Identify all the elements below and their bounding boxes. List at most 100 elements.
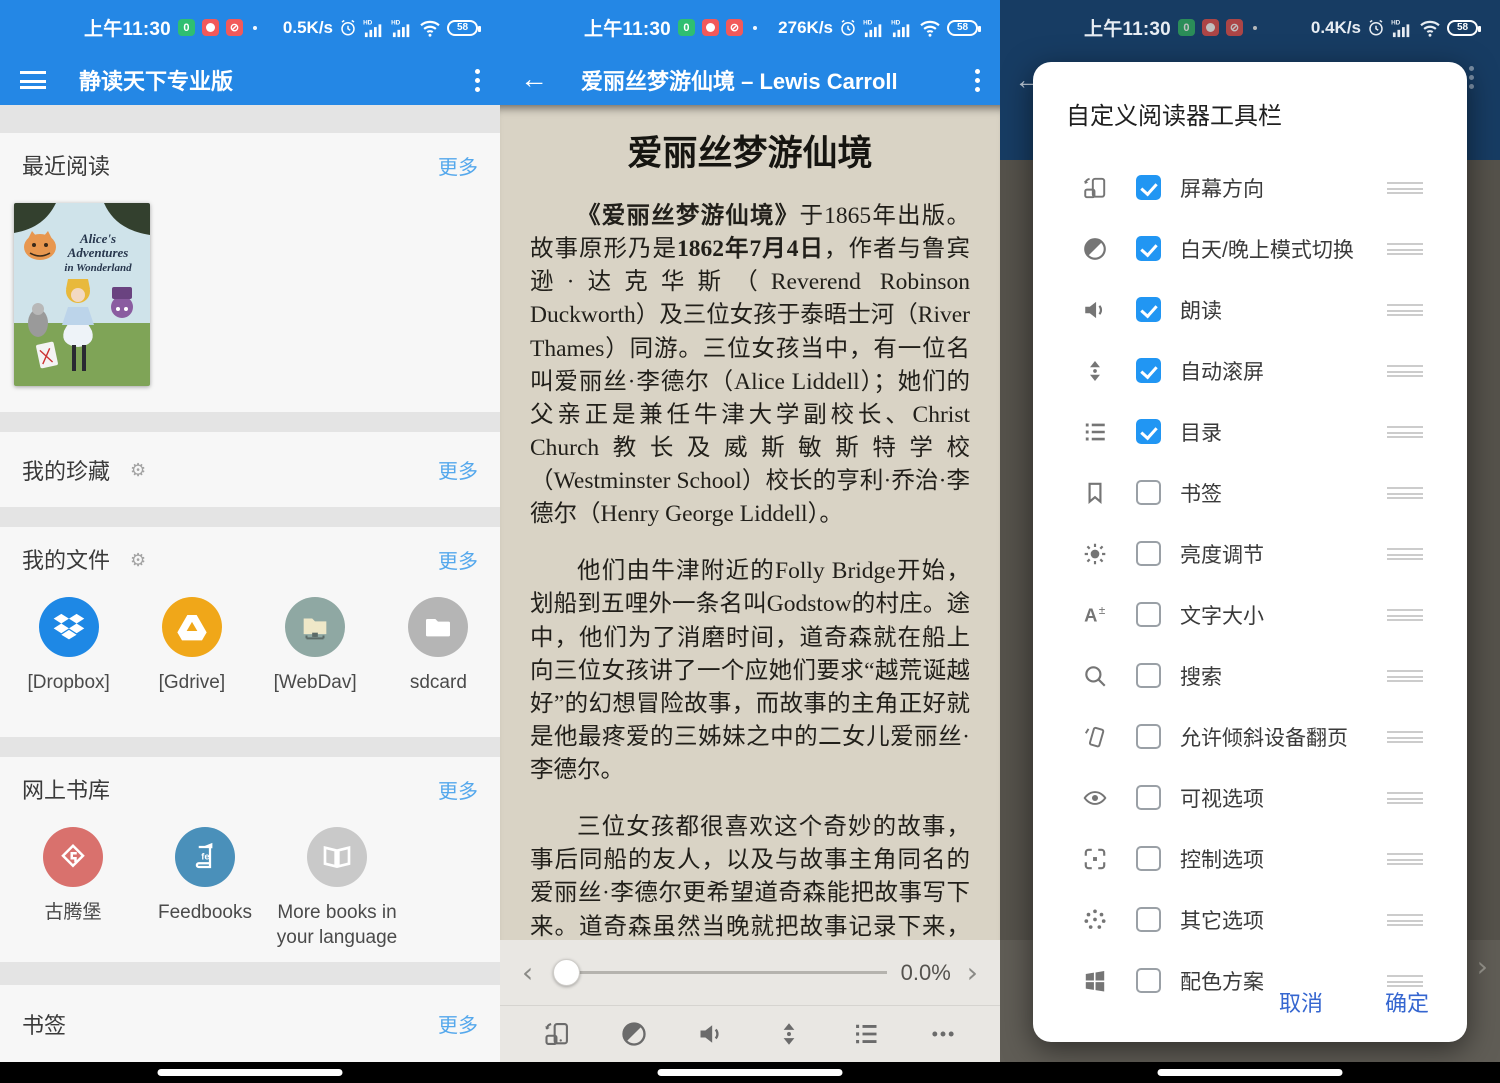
more-link[interactable]: 更多 <box>438 775 478 804</box>
drag-handle-icon[interactable] <box>1387 548 1423 560</box>
autoscroll-icon[interactable] <box>775 1020 803 1048</box>
day-night-icon[interactable] <box>620 1020 648 1048</box>
option-row-day-night[interactable]: 白天/晚上模式切换 <box>1033 218 1467 279</box>
option-row-screen-rotation[interactable]: 屏幕方向 <box>1033 157 1467 218</box>
checkbox[interactable] <box>1136 541 1161 566</box>
checkbox[interactable] <box>1136 968 1161 993</box>
drag-handle-icon[interactable] <box>1387 487 1423 499</box>
home-indicator[interactable] <box>158 1069 343 1076</box>
option-row-control-options[interactable]: 控制选项 <box>1033 828 1467 889</box>
reader-app-bar: ← 爱丽丝梦游仙境 – Lewis Carroll <box>500 55 1000 105</box>
speaker-icon[interactable] <box>697 1020 725 1048</box>
android-nav-bar <box>0 1062 500 1083</box>
option-row-tts[interactable]: 朗读 <box>1033 279 1467 340</box>
reading-page[interactable]: 爱丽丝梦游仙境 《爱丽丝梦游仙境》于1865年出版。故事原形乃是1862年7月4… <box>500 105 1000 940</box>
file-source-gdrive[interactable]: [Gdrive] <box>130 597 253 696</box>
checkbox[interactable] <box>1136 785 1161 810</box>
ok-button[interactable]: 确定 <box>1385 986 1429 1018</box>
menu-hamburger-icon[interactable] <box>20 71 46 89</box>
overflow-menu-icon[interactable] <box>475 69 480 92</box>
drag-handle-icon[interactable] <box>1387 426 1423 438</box>
autoscroll-icon <box>1081 358 1109 384</box>
net-library-card: 网上书库 更多 古腾堡 fe Feedbooks More bo <box>0 757 500 962</box>
option-row-bookmark[interactable]: 书签 <box>1033 462 1467 523</box>
drag-handle-icon[interactable] <box>1387 975 1423 987</box>
more-link[interactable]: 更多 <box>438 1009 478 1038</box>
option-row-search[interactable]: 搜索 <box>1033 645 1467 706</box>
drag-handle-icon[interactable] <box>1387 243 1423 255</box>
checkbox[interactable] <box>1136 602 1161 627</box>
slider-thumb[interactable] <box>553 959 580 986</box>
prev-chapter-icon[interactable]: ‹ <box>516 959 539 987</box>
next-chapter-icon[interactable]: › <box>961 959 984 987</box>
color-scheme-icon <box>1081 968 1109 994</box>
file-source-webdav[interactable]: [WebDav] <box>254 597 377 696</box>
home-indicator[interactable] <box>658 1069 843 1076</box>
drag-handle-icon[interactable] <box>1387 365 1423 377</box>
checkbox[interactable] <box>1136 480 1161 505</box>
gear-icon[interactable]: ⚙ <box>130 550 146 571</box>
battery-percent: 58 <box>457 22 468 33</box>
back-arrow-icon[interactable]: ← <box>520 65 548 93</box>
option-row-autoscroll[interactable]: 自动滚屏 <box>1033 340 1467 401</box>
checkbox[interactable] <box>1136 846 1161 871</box>
option-row-visual-options[interactable]: 可视选项 <box>1033 767 1467 828</box>
wifi-icon <box>419 19 441 37</box>
notification-muted-icon: ⊘ <box>1226 19 1243 36</box>
more-options-icon[interactable] <box>929 1020 957 1048</box>
drag-handle-icon[interactable] <box>1387 670 1423 682</box>
screen-rotation-icon[interactable] <box>543 1020 571 1048</box>
checkbox[interactable] <box>1136 297 1161 322</box>
checkbox[interactable] <box>1136 663 1161 688</box>
file-source-sdcard[interactable]: sdcard <box>377 597 500 696</box>
notification-shield-icon: 0 <box>678 19 695 36</box>
wifi-icon <box>919 19 941 37</box>
my-files-card: 我的文件 ⚙ 更多 [Dropbox] [Gdrive] <box>0 527 500 737</box>
option-row-toc[interactable]: 目录 <box>1033 401 1467 462</box>
drag-handle-icon[interactable] <box>1387 304 1423 316</box>
drag-handle-icon[interactable] <box>1387 609 1423 621</box>
toc-list-icon <box>1081 419 1109 445</box>
clock-text: 上午11:30 <box>1084 14 1171 41</box>
home-indicator[interactable] <box>1158 1069 1343 1076</box>
clock-text: 上午11:30 <box>584 14 671 41</box>
cancel-button[interactable]: 取消 <box>1279 986 1323 1018</box>
checkbox[interactable] <box>1136 175 1161 200</box>
more-link[interactable]: 更多 <box>438 545 478 574</box>
book-cover-alice[interactable]: Alice's Adventures in Wonderland <box>14 203 150 386</box>
drag-handle-icon[interactable] <box>1387 914 1423 926</box>
catalog-gutenberg[interactable]: 古腾堡 <box>7 827 139 950</box>
drag-handle-icon[interactable] <box>1387 792 1423 804</box>
option-label: 其它选项 <box>1180 905 1264 935</box>
option-row-brightness[interactable]: 亮度调节 <box>1033 523 1467 584</box>
catalog-feedbooks[interactable]: fe Feedbooks <box>139 827 271 950</box>
misc-dots-icon <box>1081 907 1109 933</box>
checkbox[interactable] <box>1136 724 1161 749</box>
drag-handle-icon[interactable] <box>1387 182 1423 194</box>
checkbox[interactable] <box>1136 236 1161 261</box>
checkbox[interactable] <box>1136 358 1161 383</box>
overflow-menu-icon[interactable] <box>975 69 980 92</box>
more-link[interactable]: 更多 <box>438 151 478 180</box>
catalog-more-books[interactable]: More books in your language <box>271 827 403 950</box>
toc-list-icon[interactable] <box>852 1020 880 1048</box>
dialog-buttons: 取消 确定 <box>1279 986 1429 1018</box>
gear-icon[interactable]: ⚙ <box>130 460 146 481</box>
favorites-card: 我的珍藏 ⚙ 更多 <box>0 432 500 507</box>
drag-handle-icon[interactable] <box>1387 853 1423 865</box>
option-label: 文字大小 <box>1180 600 1264 630</box>
notification-muted-icon: ⊘ <box>726 19 743 36</box>
option-row-tilt-flip[interactable]: 允许倾斜设备翻页 <box>1033 706 1467 767</box>
network-speed: 0.4K/s <box>1311 18 1361 38</box>
text-size-icon: A± <box>1081 602 1109 628</box>
checkbox[interactable] <box>1136 907 1161 932</box>
section-title: 最近阅读 <box>22 149 110 181</box>
checkbox[interactable] <box>1136 419 1161 444</box>
option-row-text-size[interactable]: A± 文字大小 <box>1033 584 1467 645</box>
option-row-misc-options[interactable]: 其它选项 <box>1033 889 1467 950</box>
dialog-screen: ← › 上午11:30 0 ⊘ 0.4K/s HD 58 自定义阅读器工具栏 <box>1000 0 1500 1083</box>
more-link[interactable]: 更多 <box>438 455 478 484</box>
drag-handle-icon[interactable] <box>1387 731 1423 743</box>
slider-track[interactable] <box>578 971 886 974</box>
file-source-dropbox[interactable]: [Dropbox] <box>7 597 130 696</box>
